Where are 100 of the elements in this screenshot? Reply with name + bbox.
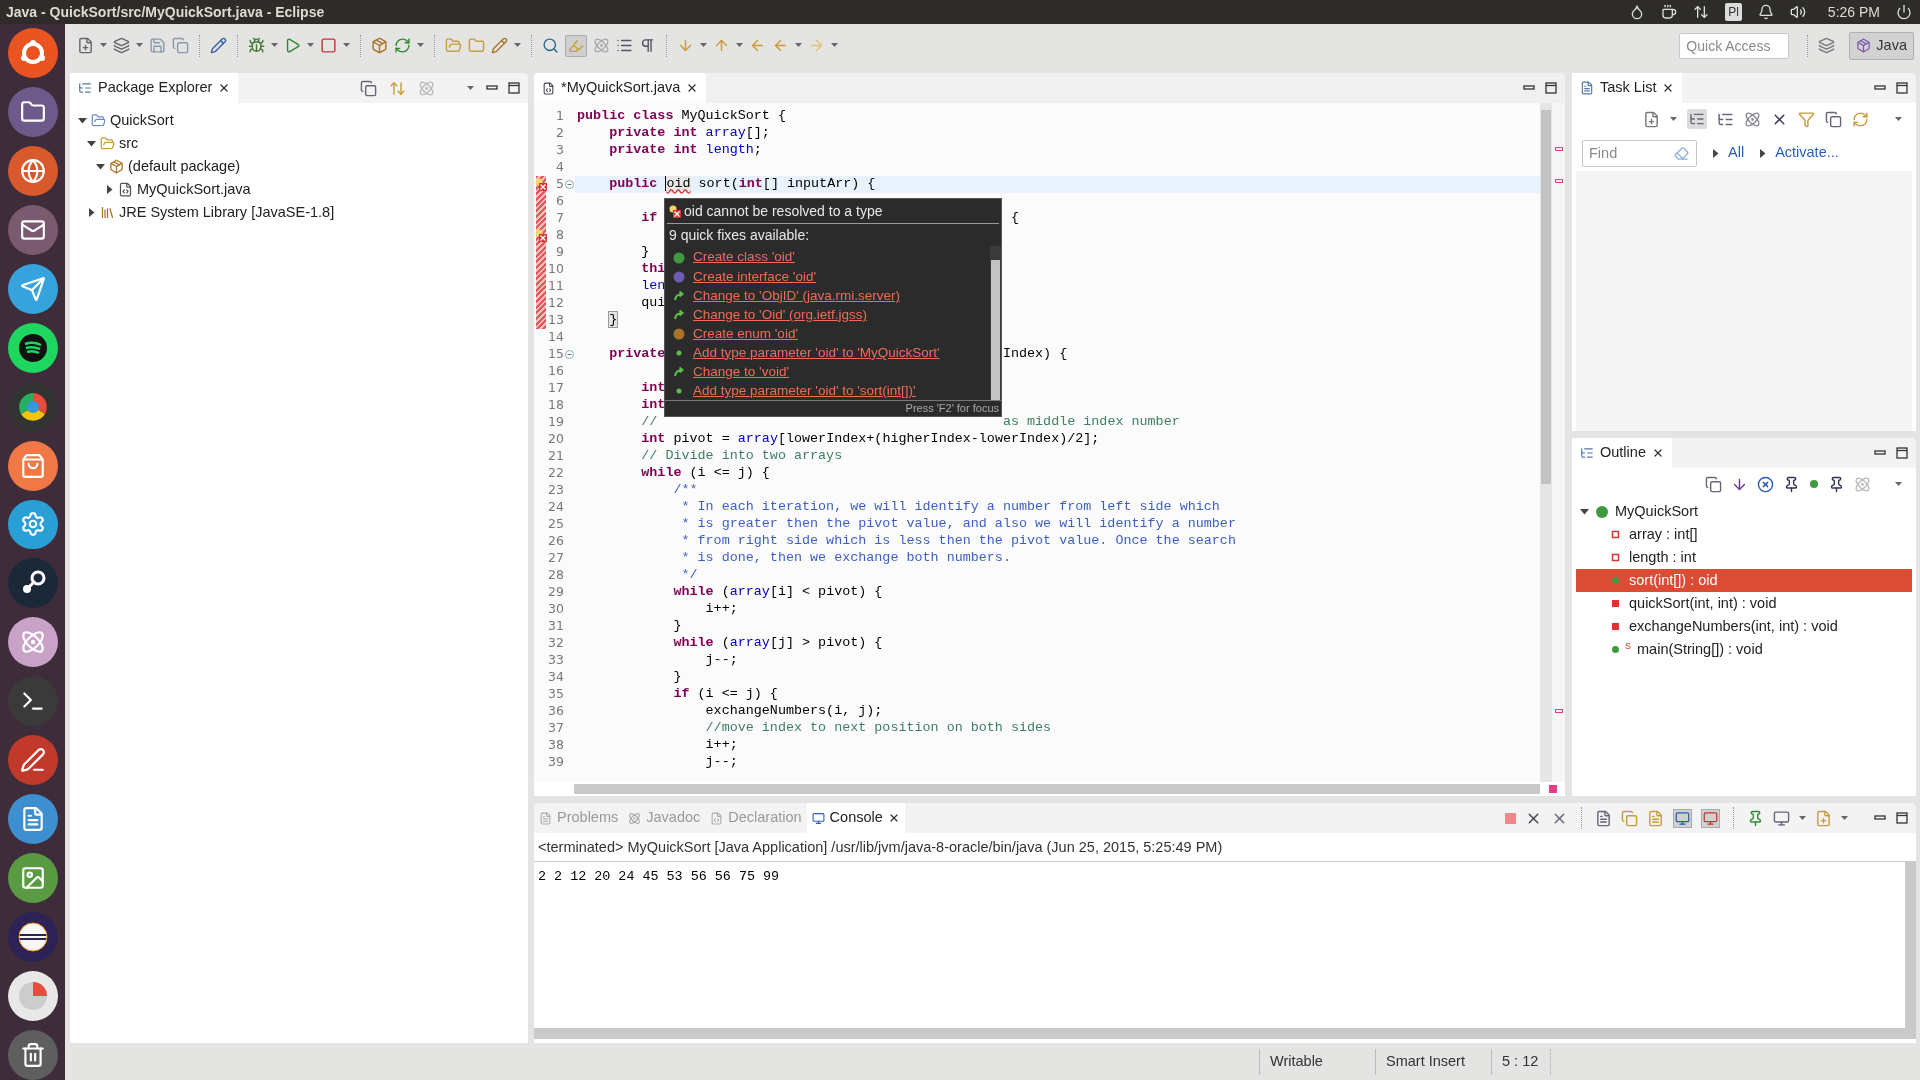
caret-icon[interactable] [307, 43, 314, 48]
view-tab[interactable]: Console [806, 803, 905, 833]
view-tab[interactable]: Task List [1572, 73, 1683, 103]
view-tab[interactable]: Package Explorer [70, 73, 239, 103]
quick-fix-link[interactable]: Add type parameter 'oid' to 'sort(int[])' [693, 381, 916, 402]
pilcrow-icon[interactable] [639, 37, 656, 54]
collapse-icon[interactable] [565, 350, 574, 359]
tree-item[interactable]: src [119, 132, 139, 155]
find-field[interactable]: Find [1582, 139, 1697, 167]
filter-icon[interactable] [1798, 110, 1815, 128]
caret-icon[interactable] [467, 85, 474, 91]
tree-item[interactable]: JRE System Library [JavaSE-1.8] [119, 201, 335, 224]
triangle-icon[interactable] [87, 139, 96, 148]
indicator-badge[interactable]: Pl [1725, 3, 1742, 21]
maximize-icon[interactable] [1896, 812, 1908, 824]
outline-row[interactable]: array : int[] [1576, 523, 1912, 546]
list-icon[interactable] [616, 37, 633, 54]
editor-tab[interactable]: *MyQuickSort.java [534, 73, 707, 103]
clock[interactable]: 5:26 PM [1827, 1, 1880, 23]
toggle-button[interactable] [1687, 109, 1707, 129]
scrollbar[interactable] [574, 784, 1540, 794]
caret-icon[interactable] [417, 43, 424, 48]
ruler-mark[interactable] [1555, 147, 1563, 151]
pie-icon[interactable] [7, 971, 58, 1021]
collapse-icon[interactable] [565, 180, 574, 189]
quick-fix-link[interactable]: Create class 'oid' [693, 247, 795, 268]
monitor-icon[interactable] [1773, 809, 1790, 827]
ruler-mark[interactable] [1555, 179, 1563, 183]
triangle-icon[interactable] [1711, 148, 1720, 158]
pin-icon[interactable] [1747, 809, 1764, 827]
caret-icon[interactable] [1895, 481, 1902, 487]
maximize-icon[interactable] [1896, 447, 1908, 459]
triangle-icon[interactable] [1758, 148, 1768, 158]
caret-icon[interactable] [1799, 815, 1806, 821]
caret-icon[interactable] [271, 43, 278, 48]
scrollbar[interactable] [1905, 861, 1916, 1039]
new-task-icon[interactable] [1643, 110, 1660, 128]
toggle-button[interactable] [1673, 808, 1692, 828]
filter-link[interactable]: Activate... [1775, 142, 1839, 164]
stack-icon[interactable] [113, 37, 130, 54]
caret-icon[interactable] [831, 43, 838, 48]
quick-access-field[interactable]: Quick Access [1679, 32, 1790, 59]
tree-item[interactable]: MyQuickSort.java [137, 178, 251, 201]
dot-icon[interactable] [1809, 479, 1819, 489]
outline-row[interactable]: MyQuickSort [1576, 500, 1912, 523]
refresh-icon[interactable] [1852, 110, 1869, 128]
stop-icon[interactable] [320, 37, 337, 54]
minimize-icon[interactable] [486, 83, 498, 93]
caret-icon[interactable] [736, 43, 743, 48]
caret-icon[interactable] [795, 43, 802, 48]
outline-row[interactable]: exchangeNumbers(int, int) : void [1576, 615, 1912, 638]
maximize-icon[interactable] [1545, 82, 1557, 94]
arrows-icon[interactable] [1693, 4, 1710, 20]
package-icon[interactable] [371, 37, 388, 54]
view-tab[interactable]: Outline [1572, 438, 1672, 468]
scrollbar[interactable] [990, 246, 1001, 400]
minimize-icon[interactable] [1523, 83, 1535, 93]
triangle-icon[interactable] [1580, 507, 1589, 516]
triangle-icon[interactable] [105, 185, 114, 194]
search-icon[interactable] [542, 37, 559, 54]
outline-row[interactable]: quickSort(int, int) : void [1576, 592, 1912, 615]
toggle-button[interactable] [565, 34, 587, 57]
cup-icon[interactable] [1661, 4, 1678, 20]
scrollbar[interactable] [534, 1028, 1905, 1039]
error-mark[interactable] [1548, 785, 1557, 793]
minimize-icon[interactable] [1874, 448, 1886, 458]
outline-row[interactable]: sort(int[]) : oid [1576, 569, 1912, 592]
tree-item[interactable]: QuickSort [110, 109, 174, 132]
quick-fix-link[interactable]: Create interface 'oid' [693, 266, 816, 287]
outline-row[interactable]: S main(String[]) : void [1576, 638, 1912, 661]
quick-fix-link[interactable]: Add type parameter 'oid' to 'MyQuickSort' [693, 342, 940, 364]
caret-icon[interactable] [136, 43, 143, 48]
bell-icon[interactable] [1757, 4, 1774, 20]
outline-row[interactable]: length : int [1576, 546, 1912, 569]
quick-fix-link[interactable]: Change to 'ObjID' (java.rmi.server) [693, 285, 900, 306]
quick-fix-link[interactable]: Change to 'Oid' (org.ietf.jgss) [693, 304, 867, 325]
caret-icon[interactable] [514, 43, 521, 48]
triangle-icon[interactable] [87, 208, 96, 217]
pencil-icon[interactable] [210, 37, 227, 54]
quick-fix-link[interactable]: Create enum 'oid' [693, 323, 798, 345]
maximize-icon[interactable] [1896, 82, 1908, 94]
tree-item[interactable]: (default package) [128, 155, 241, 178]
refresh-icon[interactable] [394, 37, 411, 54]
minimize-icon[interactable] [1874, 813, 1886, 823]
caret-icon[interactable] [700, 43, 707, 48]
caret-icon[interactable] [1841, 815, 1848, 821]
scrollbar[interactable] [1541, 110, 1551, 484]
perspective-button[interactable]: Java [1849, 31, 1914, 60]
caret-icon[interactable] [100, 43, 107, 48]
volume-icon[interactable] [1789, 4, 1806, 20]
filter-link[interactable]: All [1728, 142, 1745, 164]
caret-icon[interactable] [343, 43, 350, 48]
bug-icon[interactable] [248, 37, 265, 54]
caret-icon[interactable] [1670, 116, 1677, 122]
play-icon[interactable] [284, 37, 301, 54]
ring-icon[interactable] [7, 28, 58, 78]
new-file-icon[interactable] [77, 37, 94, 54]
power-icon[interactable] [1896, 4, 1912, 20]
toggle-button[interactable] [1701, 808, 1720, 828]
triangle-icon[interactable] [96, 162, 105, 171]
